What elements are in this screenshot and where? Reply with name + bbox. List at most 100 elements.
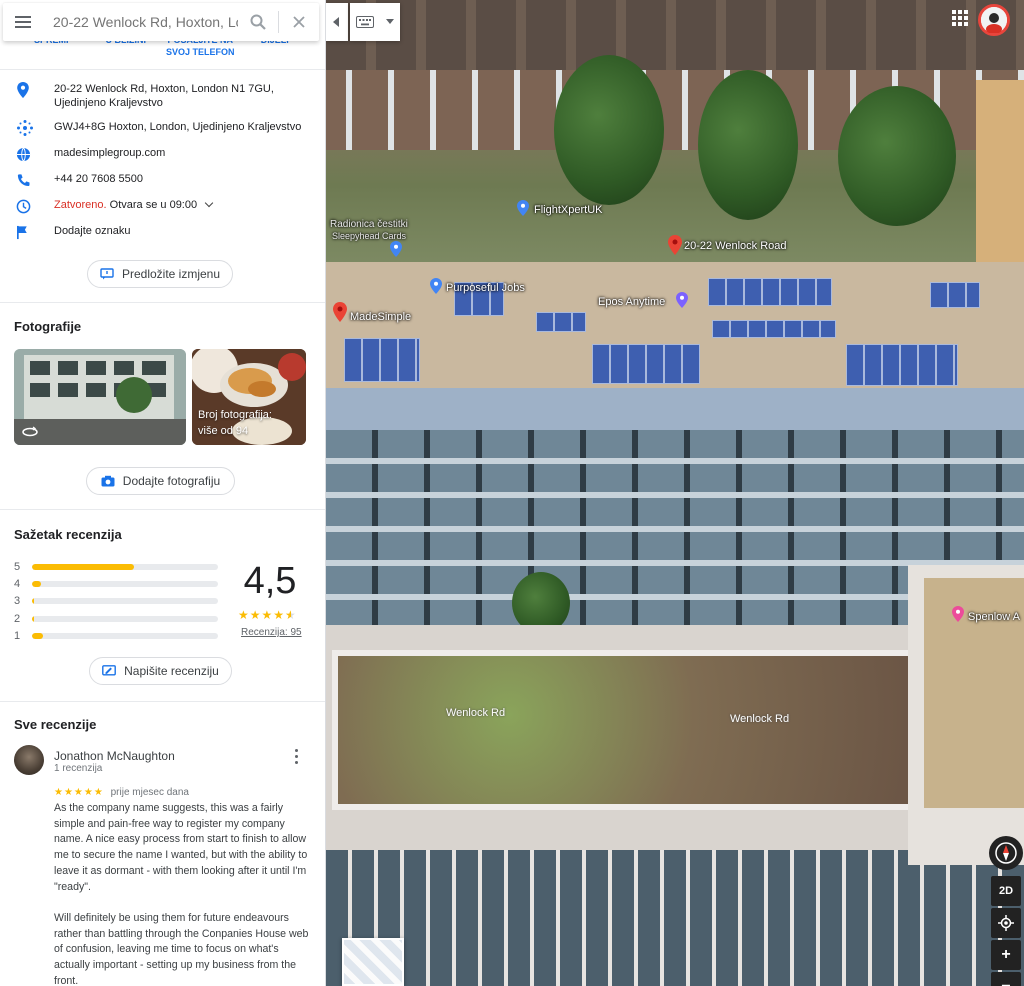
review-stars: ★★★★★ (54, 787, 104, 798)
input-tools-button[interactable] (350, 3, 400, 41)
collapse-panel-button[interactable] (326, 3, 348, 41)
solar-panel (344, 338, 420, 382)
2d-toggle-button[interactable]: 2D (991, 876, 1021, 906)
place-pin-icon[interactable] (333, 302, 347, 322)
rating-bar-row[interactable]: 2 (14, 610, 218, 627)
map-label-madesimple[interactable]: MadeSimple (350, 311, 411, 323)
add-label-text: Dodajte oznaku (54, 225, 131, 237)
address-row[interactable]: 20-22 Wenlock Rd, Hoxton, London N1 7GU,… (0, 82, 325, 110)
account-avatar[interactable] (978, 4, 1010, 36)
review-paragraph: Will definitely be using them for future… (54, 911, 309, 986)
photo-street-view[interactable] (14, 349, 186, 445)
map-label-spenlow[interactable]: Spenlow A (968, 611, 1020, 623)
hours-status: Zatvoreno. (54, 199, 107, 211)
rating-bar-label: 3 (14, 595, 21, 608)
search-box: 20-22 Wenlock Rd, Hoxton, London N1 7GU (3, 3, 319, 41)
map-label-purposeful-jobs[interactable]: Purposeful Jobs (446, 282, 525, 294)
compass-icon[interactable] (989, 836, 1023, 870)
rating-bar-label: 1 (14, 629, 21, 642)
rating-bar-fill (32, 632, 44, 639)
divider (0, 509, 325, 510)
write-review-button[interactable]: Napišite recenziju (89, 657, 232, 685)
close-icon[interactable] (279, 3, 319, 41)
hours-row[interactable]: Zatvoreno. Otvara se u 09:00 (0, 198, 325, 214)
reviewer-name[interactable]: Jonathon McNaughton (54, 749, 175, 763)
rating-bar-fill (32, 615, 34, 622)
rating-distribution: 5 4 3 2 1 (14, 558, 218, 644)
map-label-flightxpert[interactable]: FlightXpertUK (534, 204, 602, 216)
divider (0, 69, 325, 70)
solar-panel (846, 344, 958, 386)
side-panel: 20-22 Wenlock Rd, Hoxton, London N1 7GU … (0, 0, 326, 986)
feedback-icon (100, 268, 114, 280)
more-options-icon[interactable] (292, 749, 300, 764)
place-pin-icon[interactable] (430, 278, 442, 294)
avatar[interactable] (14, 745, 44, 775)
review-summary-title: Sažetak recenzija (14, 527, 122, 542)
plus-code-row[interactable]: GWJ4+8G Hoxton, London, Ujedinjeno Kralj… (0, 120, 325, 136)
rating-bar-track (32, 598, 218, 605)
map-canvas[interactable]: FlightXpertUK 20-22 Wenlock Road Radioni… (326, 0, 1024, 986)
suggest-edit-label: Predložite izmjenu (121, 267, 221, 281)
search-input[interactable]: 20-22 Wenlock Rd, Hoxton, London N1 7GU (43, 14, 238, 30)
rating-bar-row[interactable]: 5 (14, 558, 218, 575)
add-photo-button[interactable]: Dodajte fotografiju (86, 467, 235, 495)
solar-panel (592, 344, 700, 384)
rating-bar-row[interactable]: 3 (14, 593, 218, 610)
minimap-layer-switcher[interactable] (342, 938, 404, 986)
corner-building (976, 80, 1024, 280)
my-location-button[interactable] (991, 908, 1021, 938)
add-photo-label: Dodajte fotografiju (122, 474, 221, 488)
lower-facade (326, 850, 1024, 986)
rating-bar-label: 5 (14, 560, 21, 573)
place-pin-icon[interactable] (668, 235, 682, 255)
search-icon[interactable] (238, 3, 278, 41)
map-label-epos-anytime[interactable]: Epos Anytime (598, 296, 665, 308)
apps-grid-icon[interactable] (950, 8, 970, 28)
photo-count-line2: više od 94 (198, 425, 249, 437)
place-pin-icon[interactable] (952, 606, 964, 622)
hamburger-icon[interactable] (3, 3, 43, 41)
website-row[interactable]: madesimplegroup.com (0, 146, 325, 162)
rating-bar-track (32, 632, 218, 639)
rating-bar-row[interactable]: 4 (14, 575, 218, 592)
phone-icon (16, 172, 54, 188)
clock-icon (16, 198, 54, 214)
reviewer-review-count: 1 recenzija (54, 763, 103, 774)
plus-code-text: GWJ4+8G Hoxton, London, Ujedinjeno Kralj… (54, 121, 302, 133)
keyboard-icon (356, 16, 374, 28)
chevron-down-icon (386, 19, 394, 24)
all-reviews-title: Sve recenzije (14, 717, 97, 732)
phone-text[interactable]: +44 20 7608 5500 (54, 172, 310, 186)
avatar-icon (981, 7, 1007, 34)
zoom-in-button[interactable]: + (991, 940, 1021, 970)
building-photo (14, 349, 186, 445)
write-review-label: Napišite recenziju (124, 664, 219, 678)
map-label-wenlock-road[interactable]: 20-22 Wenlock Road (684, 240, 787, 252)
chevron-down-icon[interactable] (204, 198, 214, 208)
tree (698, 70, 798, 220)
solar-panel (712, 320, 836, 338)
map-label-cards[interactable]: Radionica čestitki (330, 219, 408, 230)
photo-count-line1: Broj fotografija: (198, 409, 272, 421)
review-text: As the company name suggests, this was a… (54, 801, 312, 986)
zoom-out-button[interactable]: − (991, 972, 1021, 986)
terrace-roofs (326, 0, 1024, 70)
rating-bar-fill (32, 580, 42, 587)
add-label-row[interactable]: Dodajte oznaku (0, 224, 325, 240)
shop-pin-icon[interactable] (390, 241, 402, 257)
rating-bar-row[interactable]: 1 (14, 627, 218, 644)
suggest-edit-button[interactable]: Predložite izmjenu (87, 260, 233, 288)
address-text: 20-22 Wenlock Rd, Hoxton, London N1 7GU,… (54, 83, 274, 109)
photo-food[interactable]: Broj fotografija: više od 94 (192, 349, 306, 445)
solar-panel (708, 278, 832, 306)
website-link[interactable]: madesimplegroup.com (54, 146, 310, 160)
rating-bar-fill (32, 598, 34, 605)
phone-row[interactable]: +44 20 7608 5500 (0, 172, 325, 188)
place-pin-icon[interactable] (676, 292, 688, 308)
photo-count-caption: Broj fotografija: više od 94 (198, 407, 272, 439)
review-count-link[interactable]: Recenzija: 95 (241, 627, 302, 638)
plus-code-icon (16, 120, 54, 136)
place-pin-icon[interactable] (517, 200, 529, 216)
tree (554, 55, 664, 205)
